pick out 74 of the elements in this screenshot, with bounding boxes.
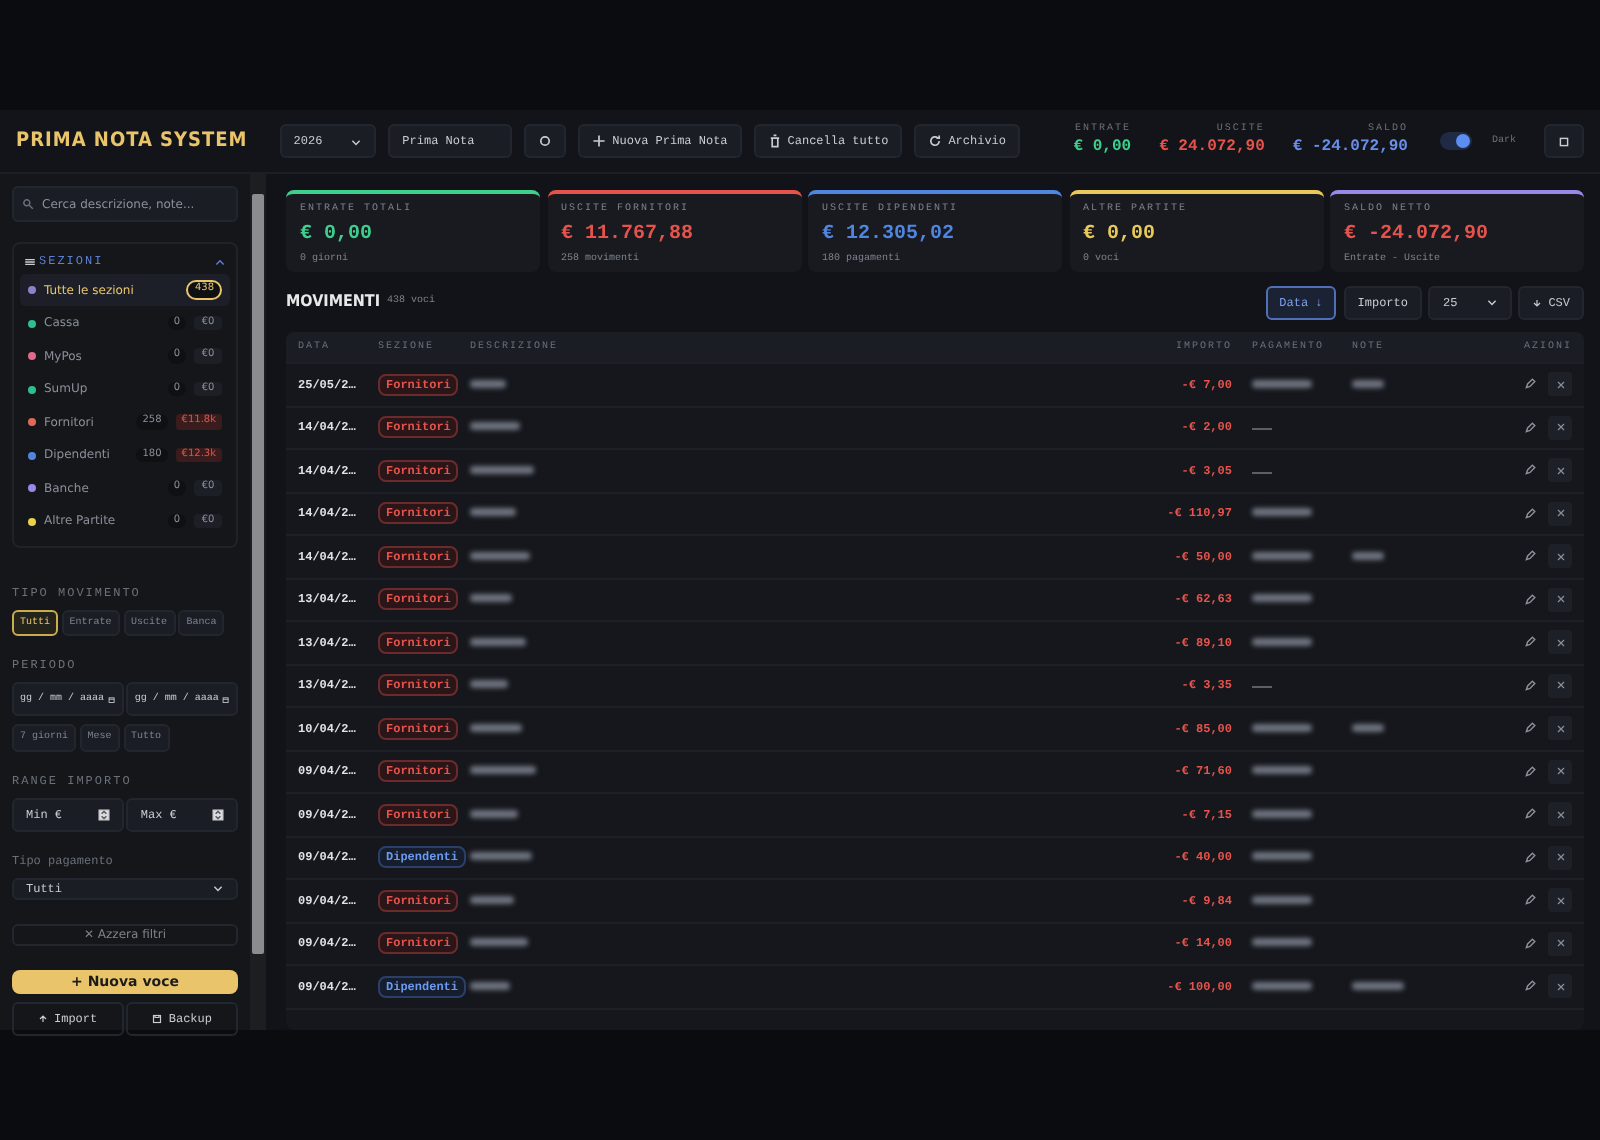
- caret-icon: [212, 882, 224, 895]
- total-value: € 0,00: [1073, 136, 1132, 161]
- spinner-icon: [212, 807, 224, 822]
- fullscreen-button[interactable]: [1544, 124, 1584, 158]
- download-icon: [1532, 297, 1543, 307]
- caret-icon: [350, 135, 363, 147]
- upload-icon: [38, 1014, 48, 1025]
- spinner-icon: [97, 807, 110, 822]
- plus-icon: [592, 134, 607, 148]
- total-value: € 24.072,90: [1159, 136, 1265, 161]
- settings-button[interactable]: [524, 124, 567, 158]
- close-icon: [1555, 895, 1565, 906]
- section-title: MOVIMENTI: [286, 290, 381, 314]
- card-value: € 11.767,88: [561, 221, 696, 249]
- list-icon: [23, 255, 36, 267]
- pencil-icon: [1524, 894, 1536, 907]
- search-icon: [22, 198, 34, 210]
- pencil-icon: [1524, 507, 1536, 520]
- close-icon: [1555, 723, 1565, 734]
- close-icon: [1555, 938, 1565, 949]
- redacted-text: [470, 723, 522, 732]
- redacted-text: [470, 680, 508, 689]
- total-value: € -24.072,90: [1292, 136, 1408, 161]
- redacted-text: [470, 379, 506, 388]
- calendar-icon: [222, 693, 230, 706]
- redacted-text: [470, 508, 516, 517]
- app-title: PRIMA NOTA SYSTEM: [16, 128, 248, 156]
- close-icon: [1555, 379, 1565, 390]
- close-icon: [1555, 465, 1565, 476]
- close-icon: [1555, 809, 1565, 820]
- redacted-text: [470, 938, 528, 947]
- pencil-icon: [1524, 937, 1536, 950]
- pencil-icon: [1524, 550, 1536, 563]
- pencil-icon: [1524, 808, 1536, 821]
- calendar-icon: [108, 693, 116, 706]
- redacted-text: [470, 981, 510, 990]
- close-icon: [1555, 508, 1565, 519]
- redacted-text: [470, 809, 518, 818]
- redacted-text: [470, 895, 514, 904]
- refresh-icon: [928, 134, 943, 148]
- pencil-icon: [1524, 851, 1536, 864]
- redacted-text: [470, 766, 536, 775]
- close-icon: [1555, 422, 1565, 433]
- close-icon: [1555, 551, 1565, 562]
- pencil-icon: [1524, 980, 1536, 993]
- pencil-icon: [1524, 679, 1536, 692]
- redacted-text: [470, 551, 530, 560]
- square-icon: [1558, 135, 1570, 147]
- theme-toggle[interactable]: [1439, 132, 1472, 150]
- pencil-icon: [1524, 421, 1536, 434]
- pencil-icon: [1524, 464, 1536, 477]
- pencil-icon: [1524, 765, 1536, 778]
- close-icon: [1555, 852, 1565, 863]
- redacted-text: [470, 852, 532, 861]
- pencil-icon: [1524, 378, 1536, 391]
- pencil-icon: [1524, 722, 1536, 735]
- redacted-text: [470, 465, 534, 474]
- redacted-text: [470, 422, 520, 431]
- card-value: € 0,00: [300, 221, 375, 249]
- close-icon: [1555, 981, 1565, 992]
- pencil-icon: [1524, 593, 1536, 606]
- close-icon: [1555, 766, 1565, 777]
- trash-icon: [767, 134, 782, 148]
- card-value: € 0,00: [1083, 221, 1158, 249]
- close-icon: [1555, 594, 1565, 605]
- card-value: € -24.072,90: [1344, 221, 1491, 249]
- close-icon: [1555, 680, 1565, 691]
- caret-icon: [1485, 296, 1498, 308]
- card-value: € 12.305,02: [822, 221, 957, 249]
- close-icon: [1555, 637, 1565, 648]
- redacted-text: [470, 594, 512, 603]
- pencil-icon: [1524, 636, 1536, 649]
- disk-icon: [152, 1014, 163, 1025]
- redacted-text: [470, 637, 526, 646]
